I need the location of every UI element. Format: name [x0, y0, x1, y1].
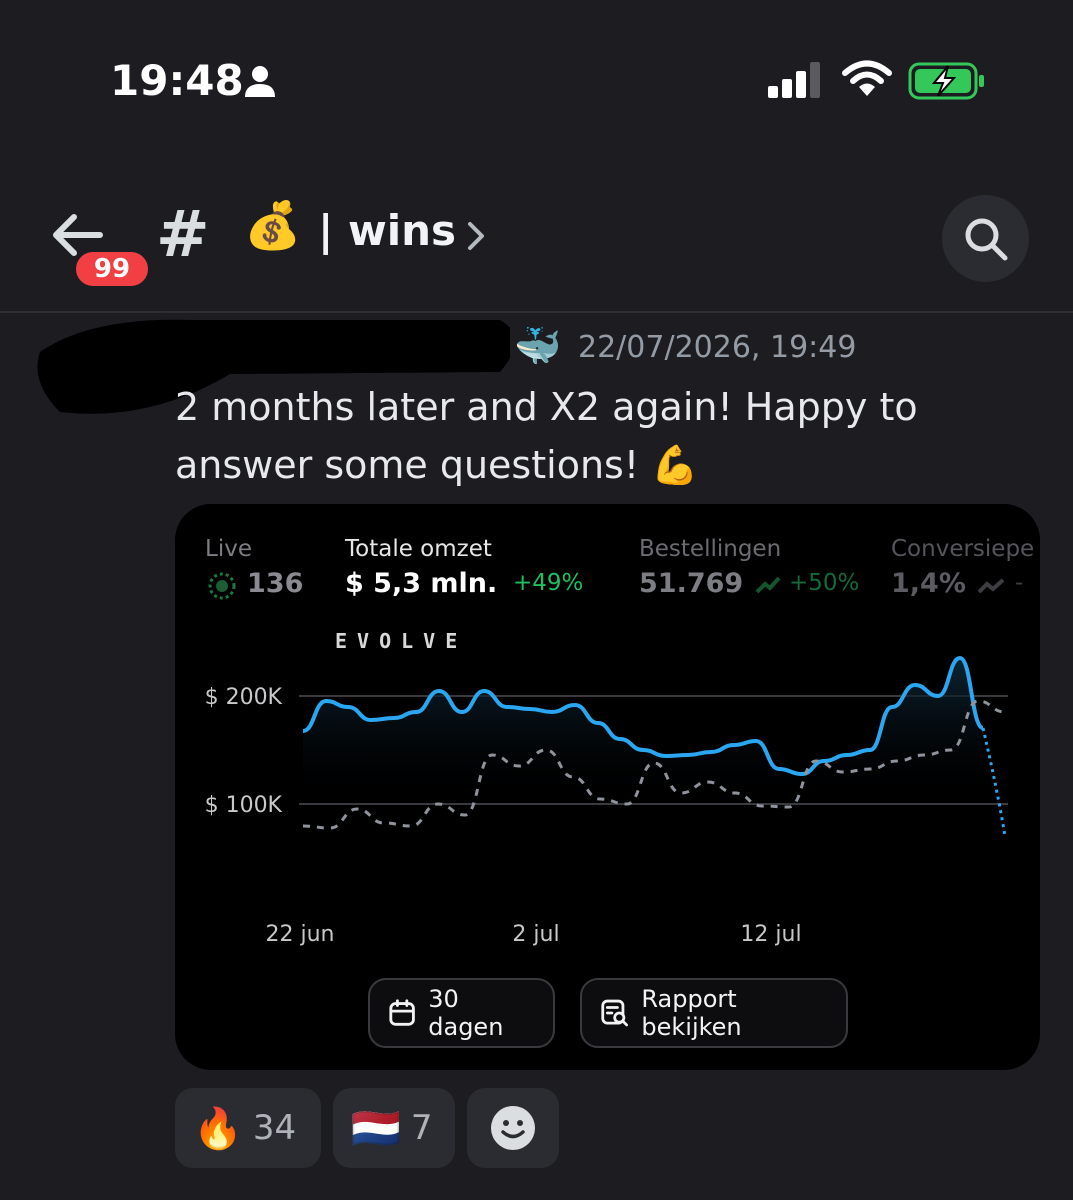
channel-name[interactable]: | wins: [318, 206, 456, 255]
analytics-screenshot[interactable]: Live 136 Totale omzet $ 5,3 mln. +49% Be…: [175, 504, 1040, 1070]
period-button[interactable]: 30 dagen: [368, 978, 555, 1048]
chevron-right-icon[interactable]: [462, 216, 490, 256]
message-timestamp: 22/07/2026, 19:49: [578, 330, 857, 365]
search-icon: [965, 218, 1007, 260]
message-text: 2 months later and X2 again! Happy to an…: [175, 385, 918, 487]
reaction-fire[interactable]: 🔥 34: [175, 1088, 321, 1168]
revenue-line-projection: [981, 727, 1007, 837]
y-tick-label: $ 100K: [205, 793, 283, 818]
calendar-icon: [389, 999, 415, 1026]
battery-charging-icon: [908, 62, 984, 100]
x-tick-label: 2 jul: [512, 922, 559, 947]
reaction-count: 34: [252, 1108, 297, 1148]
revenue-chart: $ 200K $ 100K 22 jun 2 jul 12 jul: [205, 656, 1008, 947]
money-bag-icon: 💰: [244, 198, 302, 252]
search-button[interactable]: [942, 195, 1029, 282]
person-icon: [245, 66, 275, 97]
period-label: 30 dagen: [428, 985, 504, 1041]
x-tick-label: 12 jul: [740, 922, 801, 947]
report-label: Rapport bekijken: [641, 985, 742, 1041]
y-tick-label: $ 200K: [205, 685, 283, 710]
wifi-icon: [842, 60, 892, 96]
whale-icon: 🐳: [514, 324, 562, 368]
report-search-icon: [601, 999, 629, 1027]
smiley-icon: [491, 1106, 535, 1150]
reaction-count: 7: [410, 1108, 433, 1148]
x-tick-label: 22 jun: [266, 922, 335, 947]
status-time: 19:48: [110, 56, 244, 105]
channel-hash-icon: #: [156, 198, 210, 272]
fire-icon: 🔥: [193, 1105, 243, 1152]
netherlands-flag-icon: 🇳🇱: [351, 1105, 401, 1152]
report-button[interactable]: Rapport bekijken: [580, 978, 848, 1048]
reaction-nl-flag[interactable]: 🇳🇱 7: [333, 1088, 455, 1168]
cellular-signal-icon: [768, 62, 820, 98]
unread-badge: 99: [73, 249, 151, 289]
add-reaction-button[interactable]: [467, 1088, 559, 1168]
